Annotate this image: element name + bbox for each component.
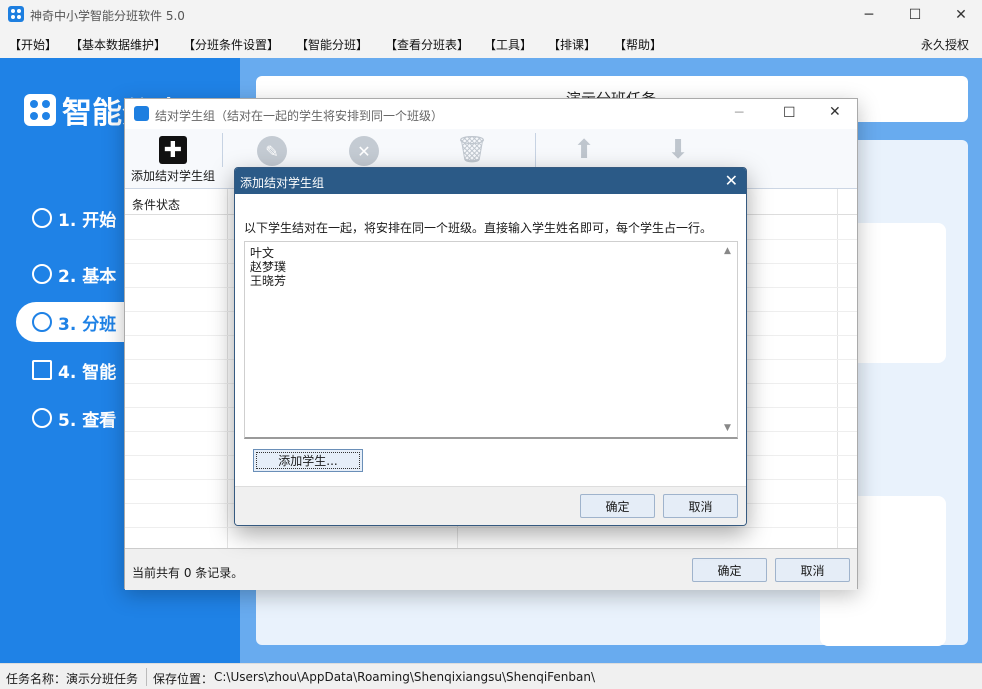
play-icon (32, 208, 52, 228)
student-name-line: 王晓芳 (250, 274, 286, 288)
menu-tools[interactable]: 【工具】 (484, 36, 532, 53)
arrow-down-icon: ⬇ (663, 135, 693, 165)
instruction-text: 以下学生结对在一起，将安排在同一个班级。直接输入学生姓名即可，每个学生占一行。 (244, 219, 712, 236)
dialog-body: 以下学生结对在一起，将安排在同一个班级。直接输入学生姓名即可，每个学生占一行。 … (235, 194, 746, 486)
ok-button[interactable]: 确定 (692, 558, 767, 582)
brand-logo-icon (24, 94, 56, 126)
menu-view-classes[interactable]: 【查看分班表】 (385, 36, 469, 53)
add-pair-group-button[interactable]: ✚ 添加结对学生组 (125, 129, 217, 189)
menu-start[interactable]: 【开始】 (9, 36, 57, 53)
menu-bar: 【开始】 【基本数据维护】 【分班条件设置】 【智能分班】 【查看分班表】 【工… (0, 30, 982, 58)
add-icon: ✚ (159, 136, 187, 164)
sidebar-item-label: 4. 智能 (58, 358, 116, 383)
trash-icon: 🗑 (457, 135, 487, 165)
status-path: C:\Users\zhou\AppData\Roaming\Shenqixian… (214, 670, 595, 684)
status-bar: 任务名称：演示分班任务 保存位置： C:\Users\zhou\AppData\… (0, 663, 982, 689)
menu-schedule[interactable]: 【排课】 (548, 36, 596, 53)
sidebar-item-label: 5. 查看 (58, 406, 116, 431)
add-pair-group-label: 添加结对学生组 (131, 167, 215, 184)
scroll-up-icon[interactable]: ▲ (724, 246, 731, 256)
menu-class-conditions[interactable]: 【分班条件设置】 (183, 36, 279, 53)
add-student-button[interactable]: 添加学生... (253, 449, 363, 472)
license-label: 永久授权 (921, 36, 969, 53)
cancel-button[interactable]: 取消 (775, 558, 850, 582)
close-button[interactable]: ✕ (725, 171, 738, 190)
dialog-title: 添加结对学生组 (240, 174, 324, 191)
edit-icon: ✎ (257, 136, 287, 166)
row-line (125, 527, 857, 528)
status-divider (146, 668, 147, 686)
minimize-button[interactable]: ─ (846, 0, 892, 30)
menu-smart-class[interactable]: 【智能分班】 (296, 36, 368, 53)
status-path-label: 保存位置： (153, 670, 213, 687)
minimize-button[interactable]: ─ (735, 105, 743, 121)
search-icon (32, 408, 52, 428)
dialog-title: 结对学生组（结对在一起的学生将安排到同一个班级） (155, 107, 443, 124)
menu-help[interactable]: 【帮助】 (614, 36, 662, 53)
toolbar-divider (535, 133, 536, 167)
grid-icon (32, 360, 52, 380)
cancel-icon: ✕ (349, 136, 379, 166)
cancel-button[interactable]: 取消 (663, 494, 738, 518)
column-divider (837, 189, 838, 548)
status-task-name: 任务名称：演示分班任务 (6, 670, 138, 687)
sidebar-item-label: 2. 基本 (58, 262, 116, 287)
close-button[interactable]: ✕ (829, 104, 841, 120)
maximize-button[interactable]: ☐ (783, 105, 796, 121)
student-names-textarea[interactable]: 叶文 赵梦璞 王晓芳 ▲ ▼ (244, 241, 738, 439)
record-count: 当前共有 0 条记录。 (132, 564, 243, 581)
toolbar-divider (222, 133, 223, 167)
menu-basic-data[interactable]: 【基本数据维护】 (70, 36, 166, 53)
app-title: 神奇中小学智能分班软件 5.0 (30, 7, 185, 24)
app-logo-icon (8, 6, 24, 22)
add-pair-group-dialog: 添加结对学生组 ✕ 以下学生结对在一起，将安排在同一个班级。直接输入学生姓名即可… (234, 167, 747, 526)
sidebar-item-label: 3. 分班 (58, 310, 116, 335)
student-name-line: 赵梦璞 (250, 260, 286, 274)
maximize-button[interactable]: ☐ (892, 0, 938, 30)
close-button[interactable]: ✕ (938, 0, 982, 30)
scroll-down-icon[interactable]: ▼ (724, 423, 731, 433)
arrow-up-icon: ⬆ (569, 135, 599, 165)
column-divider (227, 189, 228, 548)
title-bar: 神奇中小学智能分班软件 5.0 ─ ☐ ✕ (0, 0, 982, 30)
sidebar-item-label: 1. 开始 (58, 206, 116, 231)
dialog-title-bar: 添加结对学生组 ✕ (235, 168, 746, 194)
dialog-title-bar: 结对学生组（结对在一起的学生将安排到同一个班级） ─ ☐ ✕ (125, 99, 857, 129)
gear-icon (32, 312, 52, 332)
dialog-footer: 确定 取消 (235, 486, 746, 526)
dialog-footer: 当前共有 0 条记录。 确定 取消 (125, 548, 857, 590)
student-name-line: 叶文 (250, 246, 274, 260)
info-icon (32, 264, 52, 284)
vertical-scrollbar[interactable]: ▲ ▼ (720, 242, 737, 437)
app-logo-icon (134, 106, 149, 121)
column-status-header: 条件状态 (132, 196, 180, 213)
ok-button[interactable]: 确定 (580, 494, 655, 518)
